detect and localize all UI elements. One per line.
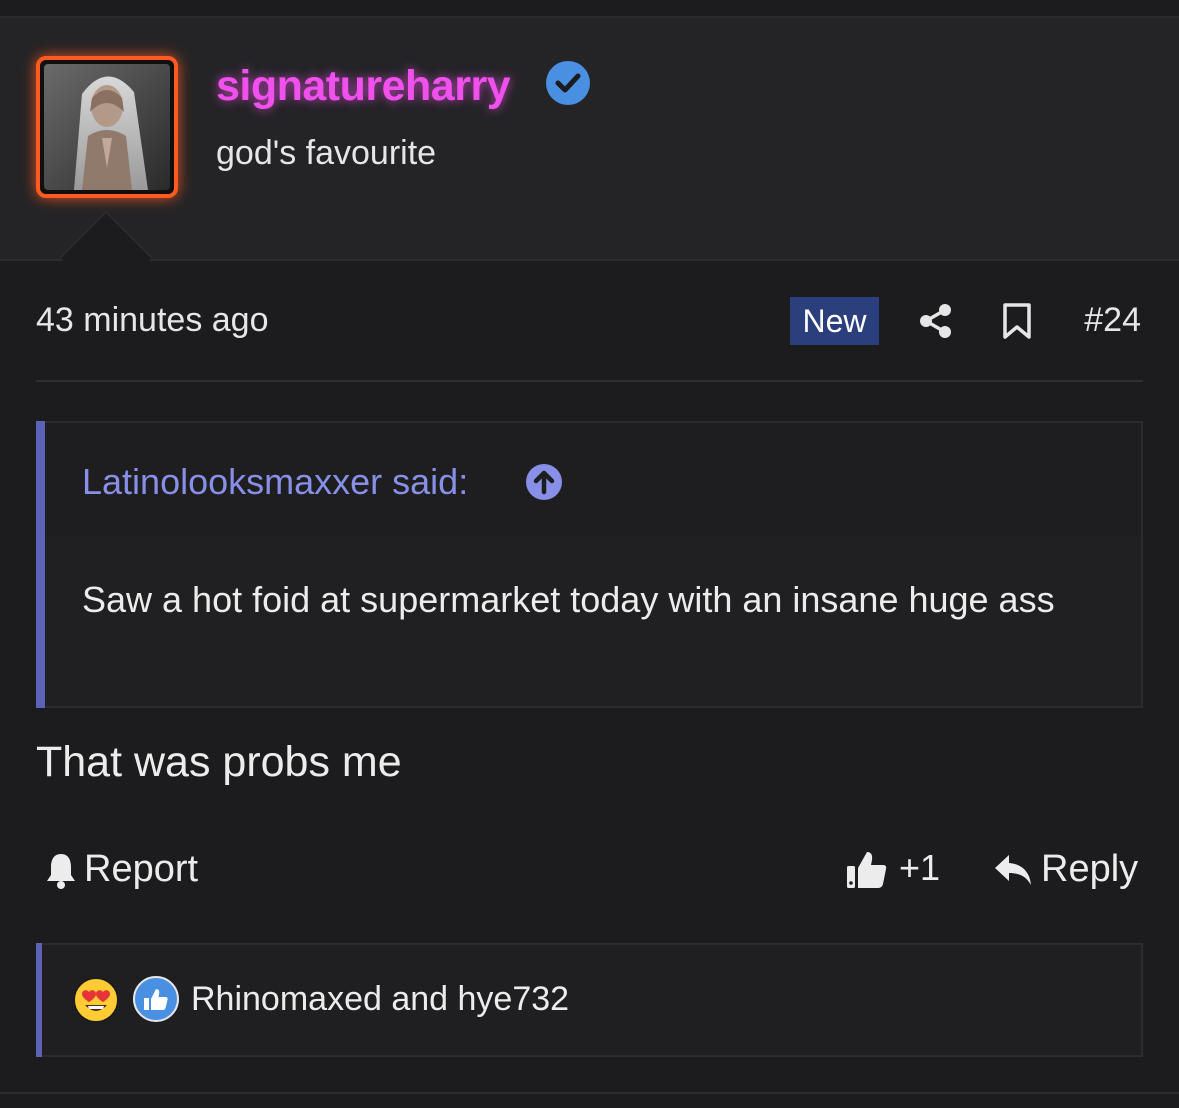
reply-button[interactable]: Reply (993, 848, 1138, 891)
heart-eyes-emoji-icon[interactable] (72, 976, 120, 1024)
quote-text: Saw a hot foid at supermarket today with… (82, 579, 1055, 620)
post-body-text: That was probs me (36, 738, 402, 786)
reaction-users-link[interactable]: Rhinomaxed and hye732 (191, 980, 569, 1019)
reply-icon (995, 854, 1031, 885)
reply-label: Reply (1041, 848, 1139, 890)
quote-accent-bar (36, 421, 45, 708)
like-count: +1 (899, 847, 941, 888)
post-number-link[interactable]: #24 (1084, 301, 1141, 340)
quote-author[interactable]: Latinolooksmaxxer said: (82, 461, 468, 503)
meta-divider (36, 380, 1143, 382)
new-badge: New (790, 297, 879, 345)
header-divider (0, 259, 1179, 261)
bell-icon (47, 853, 75, 889)
bottom-divider (0, 1092, 1179, 1094)
report-button[interactable]: Report (44, 848, 198, 891)
avatar-image (44, 64, 170, 190)
user-title: god's favourite (216, 134, 437, 172)
share-icon[interactable] (918, 302, 954, 340)
verified-badge-icon (546, 61, 590, 105)
reactions-accent-bar (36, 943, 42, 1057)
arrow-up-circle-icon[interactable] (525, 463, 563, 501)
like-button[interactable]: +1 (845, 846, 940, 890)
post-timestamp[interactable]: 43 minutes ago (36, 301, 269, 340)
avatar[interactable] (36, 56, 178, 198)
thumbs-up-icon (847, 852, 887, 888)
report-label: Report (84, 848, 199, 890)
username[interactable]: signatureharry (216, 62, 511, 111)
thumbs-up-reaction-icon[interactable] (133, 976, 179, 1022)
bookmark-icon[interactable] (1002, 302, 1032, 340)
